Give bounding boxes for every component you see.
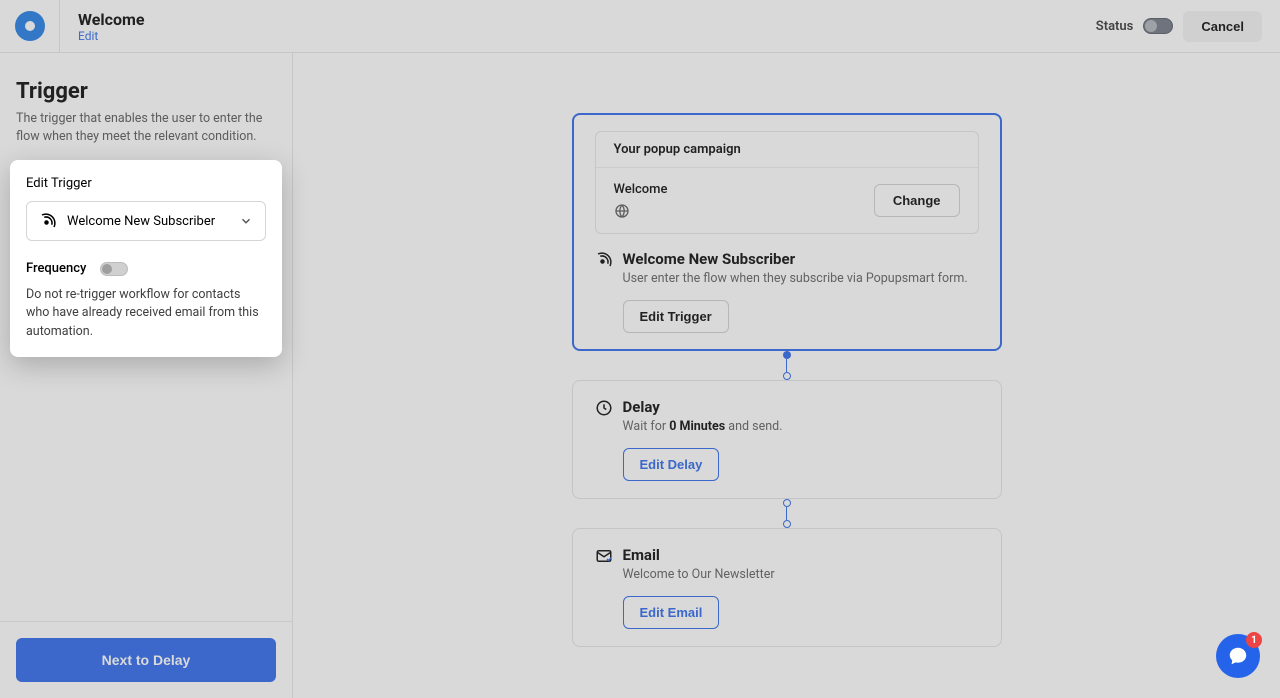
globe-icon xyxy=(614,203,630,219)
trigger-node-desc: User enter the flow when they subscribe … xyxy=(623,271,968,286)
radar-icon xyxy=(39,212,57,230)
connector-dot-filled xyxy=(783,351,791,359)
email-node-title: Email xyxy=(623,546,775,564)
edit-email-button[interactable]: Edit Email xyxy=(623,596,720,629)
change-popup-button[interactable]: Change xyxy=(874,184,960,217)
canvas-inner: Your popup campaign Welcome Change Welco… xyxy=(572,113,1002,647)
status-label: Status xyxy=(1096,19,1134,34)
edit-delay-button[interactable]: Edit Delay xyxy=(623,448,720,481)
app-logo[interactable] xyxy=(15,11,45,41)
connector-dot-open xyxy=(783,520,791,528)
trigger-description: The trigger that enables the user to ent… xyxy=(16,110,276,146)
logo-container xyxy=(0,0,60,53)
chevron-down-icon xyxy=(239,214,253,228)
delay-value: 0 Minutes xyxy=(669,419,725,434)
frequency-description: Do not re-trigger workflow for contacts … xyxy=(26,286,266,340)
delay-node-title: Delay xyxy=(623,398,783,416)
delay-node[interactable]: Delay Wait for 0 Minutes and send. Edit … xyxy=(572,380,1002,499)
frequency-toggle[interactable] xyxy=(100,262,128,276)
edit-trigger-button[interactable]: Edit Trigger xyxy=(623,300,729,333)
email-node[interactable]: Email Welcome to Our Newsletter Edit Ema… xyxy=(572,528,1002,647)
topbar-right: Status Cancel xyxy=(1096,11,1262,42)
connector-1 xyxy=(783,351,791,380)
delay-node-desc: Wait for 0 Minutes and send. xyxy=(623,419,783,434)
frequency-row: Frequency xyxy=(26,261,266,276)
topbar: Welcome Edit Status Cancel xyxy=(0,0,1280,53)
trigger-node[interactable]: Your popup campaign Welcome Change Welco… xyxy=(572,113,1002,351)
cancel-button[interactable]: Cancel xyxy=(1183,11,1262,42)
trigger-heading: Trigger xyxy=(16,79,276,104)
popup-campaign-title: Your popup campaign xyxy=(596,132,978,168)
side-footer: Next to Delay xyxy=(0,621,292,698)
title-block: Welcome Edit xyxy=(60,10,145,43)
chat-launcher[interactable]: 1 xyxy=(1216,634,1260,678)
side-panel: Trigger The trigger that enables the use… xyxy=(0,53,293,698)
trigger-select-value: Welcome New Subscriber xyxy=(67,214,215,229)
chat-badge: 1 xyxy=(1246,632,1262,648)
clock-icon xyxy=(595,399,613,417)
canvas: Your popup campaign Welcome Change Welco… xyxy=(293,53,1280,698)
connector-dot-open xyxy=(783,372,791,380)
page-title: Welcome xyxy=(78,10,145,29)
delay-suffix: and send. xyxy=(725,419,782,434)
edit-title-link[interactable]: Edit xyxy=(78,29,145,43)
connector-2 xyxy=(783,499,791,528)
delay-prefix: Wait for xyxy=(623,419,670,434)
connector-line xyxy=(786,359,787,372)
trigger-node-title: Welcome New Subscriber xyxy=(623,250,968,268)
next-to-delay-button[interactable]: Next to Delay xyxy=(16,638,276,682)
email-check-icon xyxy=(595,547,613,565)
popup-campaign-box: Your popup campaign Welcome Change xyxy=(595,131,979,234)
chat-icon xyxy=(1227,645,1249,667)
popup-name: Welcome xyxy=(614,182,668,197)
connector-line xyxy=(786,507,787,520)
trigger-select[interactable]: Welcome New Subscriber xyxy=(26,201,266,241)
connector-dot-open xyxy=(783,499,791,507)
trigger-header: Trigger The trigger that enables the use… xyxy=(0,53,292,160)
edit-trigger-card: Edit Trigger Welcome New Subscriber Freq… xyxy=(10,160,282,356)
frequency-label: Frequency xyxy=(26,261,86,276)
edit-trigger-label: Edit Trigger xyxy=(26,176,266,191)
status-toggle[interactable] xyxy=(1143,18,1173,34)
radar-icon xyxy=(595,251,613,269)
email-node-subject: Welcome to Our Newsletter xyxy=(623,567,775,582)
